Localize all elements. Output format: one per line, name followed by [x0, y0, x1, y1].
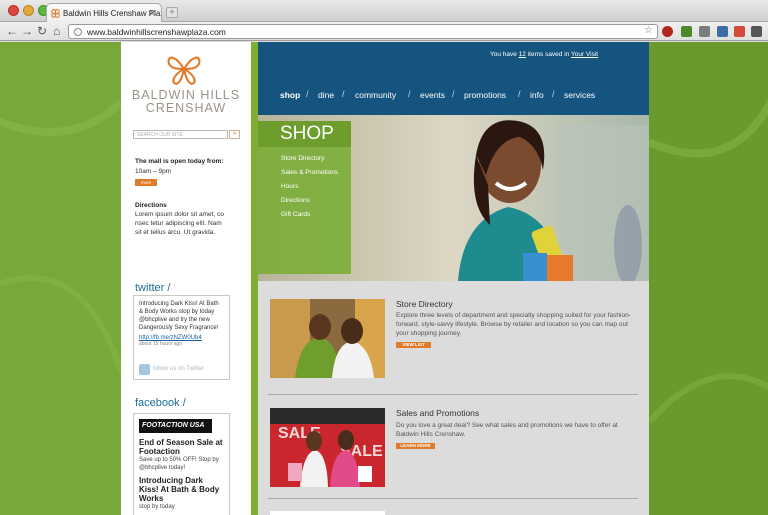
follow-label: follow us on Twitter	[153, 366, 204, 372]
store-directory-photo[interactable]	[270, 299, 385, 378]
home-icon[interactable]: ⌂	[53, 24, 60, 38]
twitter-widget: Introducing Dark Kiss! At Bath & Body Wo…	[133, 295, 230, 380]
nav-separator: /	[342, 89, 345, 99]
favicon-icon	[51, 9, 60, 18]
new-tab-button[interactable]: +	[166, 7, 178, 18]
sales-promotions-photo[interactable]: SALE SALE	[270, 408, 385, 487]
hours-heading: The mall is open today from:	[135, 158, 224, 165]
nav-separator: /	[306, 89, 309, 99]
submenu-hours[interactable]: Hours	[281, 183, 298, 190]
submenu-sales-promotions[interactable]: Sales & Promotions	[281, 169, 338, 176]
url-text: www.baldwinhillscrenshawplaza.com	[87, 27, 226, 37]
directions-text: Lorem ipsum dolor sit amet, co nsec tetu…	[135, 211, 224, 236]
nav-services[interactable]: services	[564, 90, 595, 100]
facebook-widget: FOOTACTION USA End of Season Sale at Foo…	[133, 413, 230, 515]
butterfly-logo-icon[interactable]	[165, 52, 203, 86]
more-button[interactable]: more	[135, 179, 157, 186]
shop-title: SHOP	[280, 123, 334, 144]
tweet-text: Introducing Dark Kiss! At Bath & Body Wo…	[139, 301, 219, 331]
nav-shop[interactable]: shop	[280, 90, 300, 100]
nav-events[interactable]: events	[420, 90, 445, 100]
item-description: Do you love a great deal? See what sales…	[396, 422, 618, 438]
facebook-heading: facebook /	[135, 397, 186, 409]
nav-separator: /	[408, 89, 411, 99]
saved-prefix: You have	[490, 51, 519, 58]
gmail-icon[interactable]	[734, 26, 745, 37]
tab-title: Baldwin Hills Crenshaw Plaza	[63, 9, 162, 18]
nav-promotions[interactable]: promotions	[464, 90, 506, 100]
extension-icon[interactable]	[662, 26, 673, 37]
tweet-time: about 15 hours ago	[139, 341, 183, 347]
nav-separator: /	[518, 89, 521, 99]
browser-tab[interactable]: Baldwin Hills Crenshaw Plaza ✕	[46, 3, 162, 23]
item-description: Explore three levels of department and s…	[396, 312, 631, 337]
learn-more-button[interactable]: LEARN MORE	[396, 443, 435, 449]
view-list-button[interactable]: VIEW LIST	[396, 342, 431, 348]
saved-items-text: You have 12 items saved in Your Visit	[490, 51, 598, 58]
browser-toolbar: ← → ↻ ⌂ www.baldwinhillscrenshawplaza.co…	[0, 22, 768, 41]
nav-dine[interactable]: dine	[318, 90, 334, 100]
directions-heading: Directions	[135, 202, 167, 209]
extension-icon[interactable]	[681, 26, 692, 37]
search-go-button[interactable]: »	[229, 130, 240, 139]
nav-info[interactable]: info	[530, 90, 544, 100]
close-window-button[interactable]	[8, 5, 19, 16]
item-title[interactable]: Sales and Promotions	[396, 408, 479, 418]
footaction-logo: FOOTACTION USA	[139, 419, 212, 433]
nav-community[interactable]: community	[355, 90, 396, 100]
next-item-photo[interactable]	[270, 511, 385, 515]
submenu-gift-cards[interactable]: Gift Cards	[281, 211, 310, 218]
divider	[268, 394, 638, 395]
hours-value: 10am – 9pm	[135, 168, 172, 175]
forward-icon[interactable]: →	[21, 24, 33, 38]
twitter-heading: twitter /	[135, 282, 171, 294]
submenu-store-directory[interactable]: Store Directory	[281, 155, 324, 162]
browser-titlebar: Baldwin Hills Crenshaw Plaza ✕ +	[0, 0, 768, 23]
item-title[interactable]: Store Directory	[396, 299, 453, 309]
bookmark-star-icon[interactable]: ☆	[644, 25, 653, 36]
wrench-icon[interactable]	[751, 26, 762, 37]
nav-separator: /	[452, 89, 455, 99]
minimize-window-button[interactable]	[23, 5, 34, 16]
fb-post-text: Save up to 50% OFF! Stop by @bhcplive to…	[139, 457, 219, 471]
saved-middle: items saved in	[525, 51, 571, 58]
divider	[268, 498, 638, 499]
page-content: BALDWIN HILLS CRENSHAW SEARCH OUR SITE »…	[0, 42, 768, 515]
address-bar[interactable]: www.baldwinhillscrenshawplaza.com ☆	[68, 24, 658, 39]
logo-line2: CRENSHAW	[145, 101, 227, 115]
extension-icon[interactable]	[717, 26, 728, 37]
saved-count-link[interactable]: 12	[519, 51, 526, 58]
reload-icon[interactable]: ↻	[37, 24, 47, 38]
follow-twitter-link[interactable]: follow us on Twitter	[139, 364, 204, 375]
search-input[interactable]: SEARCH OUR SITE	[133, 130, 228, 139]
your-visit-link[interactable]: Your Visit	[571, 51, 598, 58]
twitter-bird-icon	[139, 364, 150, 375]
fb-post-title[interactable]: End of Season Sale at Footaction	[139, 438, 224, 456]
sidebar-divider	[251, 42, 258, 515]
extension-icon[interactable]	[699, 26, 710, 37]
close-tab-icon[interactable]: ✕	[148, 8, 156, 19]
submenu-directions[interactable]: Directions	[281, 197, 310, 204]
back-icon[interactable]: ←	[6, 24, 18, 38]
nav-separator: /	[552, 89, 555, 99]
fb-post-text: stop by today	[139, 504, 175, 510]
globe-icon	[74, 28, 82, 36]
fb-post-title[interactable]: Introducing Dark Kiss! At Bath & Body Wo…	[139, 476, 224, 503]
